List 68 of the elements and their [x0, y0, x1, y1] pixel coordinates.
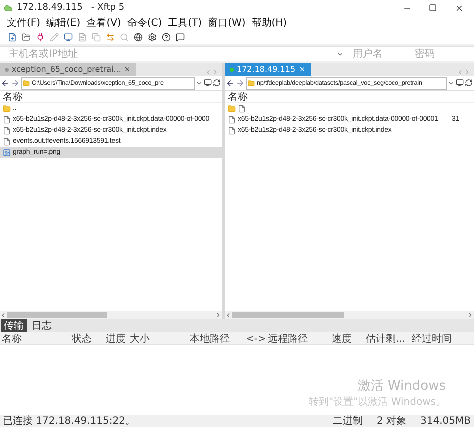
monitor-icon[interactable] — [64, 32, 73, 42]
back-icon[interactable] — [1, 78, 10, 88]
back-icon[interactable] — [226, 78, 235, 88]
column-header[interactable]: 名称 — [228, 90, 248, 104]
scrollbar-thumb[interactable] — [232, 312, 344, 318]
column-header[interactable]: 状态 — [72, 332, 92, 346]
dropdown-icon[interactable] — [448, 80, 455, 86]
panel-tab[interactable]: 传输 — [1, 319, 27, 332]
menu-item[interactable]: 文件(F) — [6, 16, 42, 30]
scroll-left-icon[interactable] — [0, 312, 7, 318]
column-header[interactable]: 大小 — [130, 332, 150, 346]
plug-icon[interactable] — [36, 32, 45, 42]
panel-tab[interactable]: 日志 — [29, 319, 55, 332]
file-icon — [3, 138, 11, 146]
transfer-icon[interactable] — [106, 32, 115, 42]
menu-item[interactable]: 命令(C) — [126, 16, 164, 30]
menu-item[interactable]: 编辑(E) — [46, 16, 82, 30]
scroll-right-icon[interactable] — [215, 312, 222, 318]
file-icon — [3, 126, 11, 134]
monitor-icon[interactable] — [204, 79, 212, 87]
activation-title: 激活 Windows — [358, 378, 446, 395]
chat-icon[interactable] — [176, 32, 185, 42]
close-icon[interactable] — [454, 4, 464, 12]
scroll-left-icon[interactable] — [225, 312, 232, 318]
file-icon — [3, 116, 11, 124]
dropdown-icon[interactable] — [337, 50, 344, 58]
window-title: 172.18.49.115 - Xftp 5 — [17, 3, 126, 13]
object-count: 2 对象 — [376, 414, 407, 427]
column-header[interactable]: 名称 — [2, 332, 22, 346]
app-logo-icon — [4, 4, 13, 12]
folder-icon — [23, 80, 30, 86]
folder-icon — [3, 104, 11, 112]
column-header[interactable]: 估计剩... — [366, 332, 406, 346]
column-header[interactable]: 远程路径 — [268, 332, 308, 346]
column-header[interactable]: 经过时间 — [412, 332, 452, 346]
maximize-icon[interactable] — [429, 4, 437, 12]
column-header[interactable]: <-> — [246, 334, 266, 344]
scroll-right-icon[interactable] — [467, 312, 474, 318]
help-icon[interactable] — [162, 32, 171, 42]
activation-text: 转到"设置"以激活 Windows。 — [308, 396, 446, 409]
image-file-icon — [3, 148, 11, 156]
connection-status: 已连接 172.18.49.115:22。 — [3, 414, 136, 427]
pane-tab[interactable]: xception_65_coco_pretrai... — [0, 63, 136, 76]
menu-item[interactable]: 窗口(W) — [207, 16, 247, 30]
refresh-icon[interactable] — [465, 79, 473, 87]
scrollbar-thumb[interactable] — [7, 312, 107, 318]
refresh-icon[interactable] — [213, 79, 221, 87]
folder-icon — [228, 104, 236, 112]
folder-icon — [248, 80, 255, 86]
column-header[interactable]: 进度 — [106, 332, 126, 346]
folder-icon[interactable] — [22, 32, 31, 42]
dropdown-icon[interactable] — [196, 80, 203, 86]
close-icon[interactable] — [124, 66, 132, 73]
file-icon — [228, 116, 236, 124]
menu-item[interactable]: 查看(V) — [86, 16, 122, 30]
column-header[interactable]: 名称 — [3, 90, 23, 104]
column-header[interactable]: 本地路径 — [190, 332, 230, 346]
file-icon — [228, 126, 236, 134]
settings-icon[interactable] — [148, 32, 157, 42]
transfer-mode: 二进制 — [332, 414, 363, 427]
total-size: 314.05MB — [420, 416, 471, 426]
monitor-icon[interactable] — [456, 79, 464, 87]
new-file-icon[interactable] — [8, 32, 17, 42]
menu-item[interactable]: 帮助(H) — [250, 16, 288, 30]
menu-item[interactable]: 工具(T) — [167, 16, 204, 30]
globe-icon[interactable] — [134, 32, 143, 42]
column-header[interactable]: 速度 — [332, 332, 352, 346]
file-icon — [238, 104, 246, 112]
